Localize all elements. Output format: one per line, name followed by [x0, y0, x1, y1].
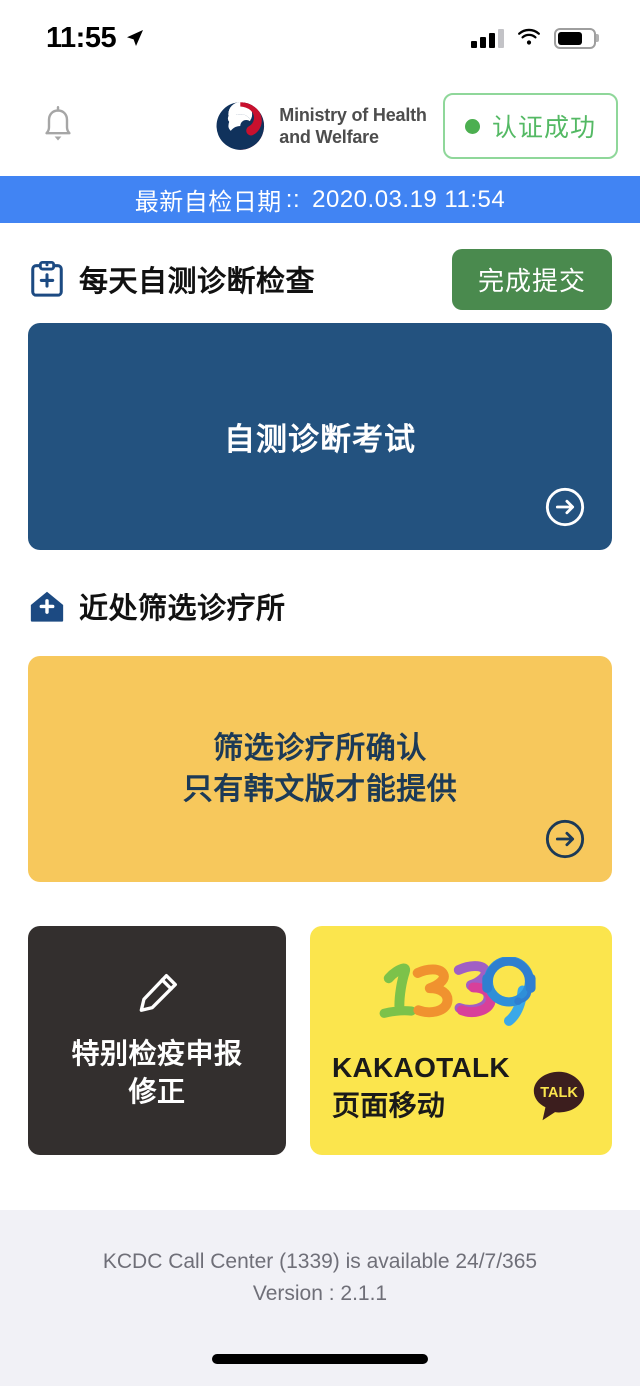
kakaotalk-tile-label: KAKAOTALK 页面移动	[332, 1051, 510, 1121]
kakaotalk-tile[interactable]: KAKAOTALK 页面移动 TALK	[310, 926, 612, 1155]
clinic-section-title: 近处筛选诊疗所	[79, 593, 286, 625]
quarantine-report-tile-label: 特别检疫申报 修正	[71, 1037, 243, 1107]
quarantine-report-tile[interactable]: 特别检疫申报 修正	[28, 926, 286, 1155]
hospital-home-icon	[30, 591, 64, 622]
last-self-check-separator: ::	[285, 185, 301, 213]
quick-action-tiles: 特别检疫申报 修正 KAKAOTALK 页面移动 TALK	[28, 926, 612, 1155]
auth-status-badge[interactable]: 认证成功	[442, 93, 618, 159]
last-self-check-label: 最新自检日期	[134, 189, 282, 216]
kakaotalk-tile-row: KAKAOTALK 页面移动 TALK	[332, 1049, 590, 1125]
auth-status-dot-icon	[464, 118, 480, 134]
notification-bell-button[interactable]	[30, 98, 86, 154]
clinic-finder-card[interactable]: 筛选诊疗所确认 只有韩文版才能提供	[28, 656, 612, 882]
location-arrow-icon	[127, 30, 144, 46]
status-bar-clock: 11:55	[46, 21, 117, 54]
submit-complete-button[interactable]: 完成提交	[451, 248, 612, 310]
app-screen: 11:55 Ministry of Health and Welfare 认证成…	[0, 0, 640, 1386]
self-check-section-header: 每天自测诊断检查 完成提交	[28, 235, 612, 323]
self-check-section-title: 每天自测诊断检查	[79, 266, 316, 298]
status-bar-left: 11:55	[46, 21, 145, 54]
app-version: Version : 2.1.1	[252, 1281, 388, 1305]
home-indicator[interactable]	[212, 1354, 428, 1364]
main-content: 每天自测诊断检查 完成提交 自测诊断考试 近处筛选诊疗所 筛选诊疗所确认 只有韩…	[0, 223, 640, 1210]
self-check-exam-card-title: 自测诊断考试	[224, 422, 416, 457]
brand-name: Ministry of Health and Welfare	[279, 104, 427, 148]
status-bar-right	[471, 27, 596, 49]
last-self-check-banner: 最新自检日期 :: 2020.03.19 11:54	[0, 176, 640, 223]
clipboard-plus-icon	[31, 260, 63, 297]
battery-icon	[554, 27, 596, 49]
app-header: Ministry of Health and Welfare 认证成功	[0, 76, 640, 176]
auth-status-label: 认证成功	[491, 114, 596, 142]
status-bar: 11:55	[0, 0, 640, 76]
brand-lockup: Ministry of Health and Welfare	[213, 99, 427, 153]
cellular-signal-icon	[471, 28, 504, 48]
wifi-icon	[518, 28, 540, 45]
kakaotalk-speech-bubble-icon: TALK	[533, 1072, 585, 1121]
call-center-info: KCDC Call Center (1339) is available 24/…	[102, 1250, 538, 1273]
clinic-section-header: 近处筛选诊疗所	[28, 562, 612, 650]
svg-text:TALK: TALK	[540, 1085, 578, 1101]
arrow-right-circle-icon[interactable]	[544, 486, 586, 528]
arrow-right-circle-icon[interactable]	[544, 818, 586, 860]
clinic-finder-card-title: 筛选诊疗所确认 只有韩文版才能提供	[182, 731, 458, 806]
self-check-exam-card[interactable]: 自测诊断考试	[28, 323, 612, 550]
1339-call-center-logo	[379, 956, 536, 1026]
korea-government-taegeuk-logo	[216, 102, 265, 150]
pencil-edit-icon	[139, 974, 177, 1012]
last-self-check-value: 2020.03.19 11:54	[312, 185, 506, 213]
notification-bell-icon	[45, 106, 71, 141]
